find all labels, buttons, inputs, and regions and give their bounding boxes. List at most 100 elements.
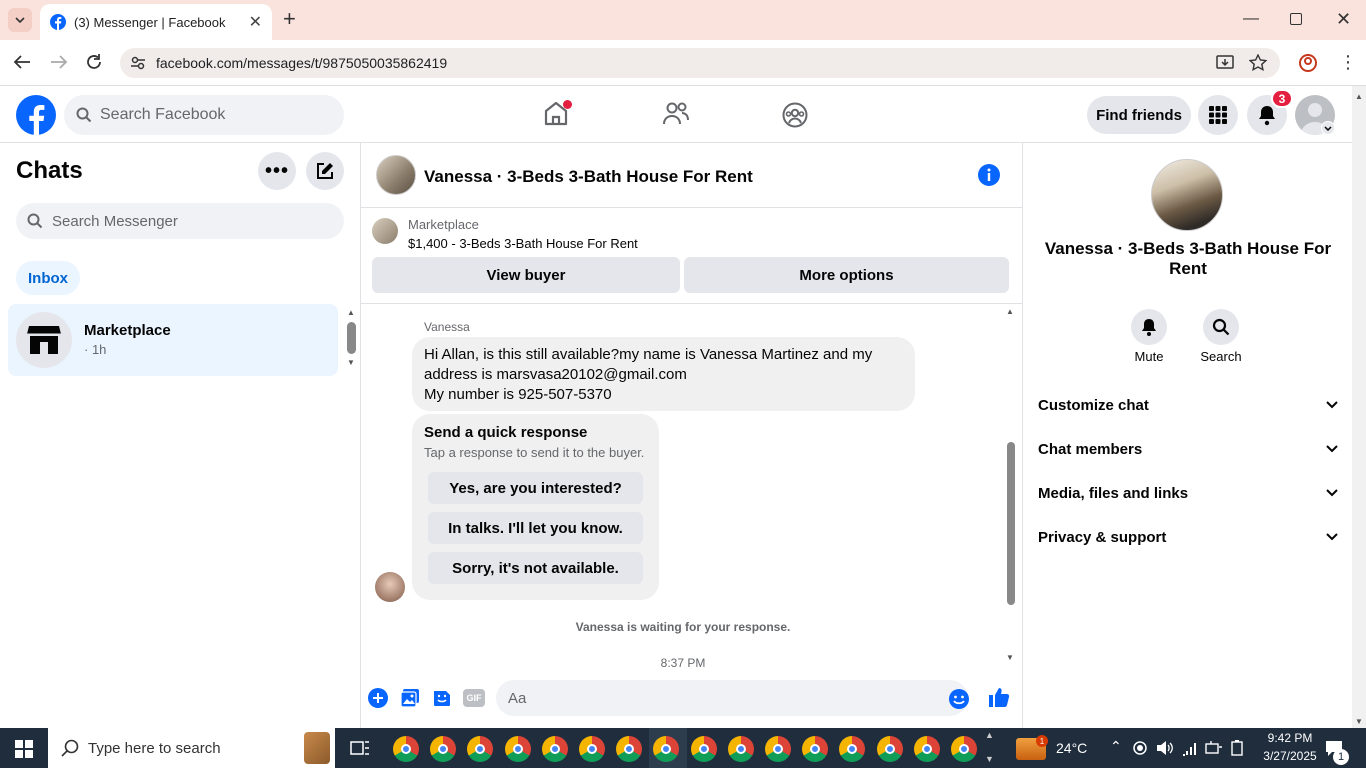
message-input-placeholder: Aa: [508, 689, 527, 707]
divider: [361, 303, 1022, 304]
clock-date[interactable]: 3/27/2025: [1258, 749, 1322, 763]
find-friends-button[interactable]: Find friends: [1087, 96, 1191, 134]
customize-chat-section[interactable]: Customize chat: [1038, 390, 1338, 420]
minimize-button[interactable]: —: [1243, 10, 1259, 28]
battery-icon[interactable]: [1230, 740, 1244, 756]
taskbar-search-input[interactable]: Type here to search: [48, 728, 335, 768]
gif-icon[interactable]: GIF: [463, 689, 485, 707]
chrome-taskbar-icon[interactable]: [430, 736, 457, 762]
facebook-logo-icon[interactable]: [16, 95, 56, 135]
photo-icon[interactable]: [400, 688, 420, 708]
details-avatar[interactable]: [1151, 159, 1223, 231]
chrome-taskbar-icon[interactable]: [504, 736, 531, 762]
search-label: Search: [1200, 349, 1242, 364]
chrome-taskbar-icon[interactable]: [802, 736, 829, 762]
groups-icon[interactable]: [782, 102, 808, 128]
message-line: My number is 925-507-5370: [424, 386, 612, 403]
scroll-thumb[interactable]: [1007, 442, 1015, 605]
close-window-button[interactable]: ✕: [1336, 9, 1351, 30]
facebook-search-input[interactable]: Search Facebook: [64, 95, 344, 135]
search-conversation-button[interactable]: [1203, 309, 1239, 345]
quick-response-in-talks[interactable]: In talks. I'll let you know.: [428, 512, 643, 544]
view-buyer-button[interactable]: View buyer: [372, 257, 680, 293]
message-input[interactable]: Aa: [496, 680, 968, 716]
browser-tab-messenger[interactable]: (3) Messenger | Facebook ✕: [40, 4, 272, 40]
device-icon[interactable]: [1205, 740, 1223, 756]
clock-time[interactable]: 9:42 PM: [1258, 731, 1322, 745]
quick-response-not-available[interactable]: Sorry, it's not available.: [428, 552, 643, 584]
close-tab-icon[interactable]: ✕: [249, 12, 262, 32]
like-thumb-icon[interactable]: [988, 686, 1010, 708]
media-files-links-section[interactable]: Media, files and links: [1038, 478, 1338, 508]
new-tab-button[interactable]: +: [283, 8, 296, 30]
scroll-down-icon[interactable]: ▼: [347, 358, 355, 367]
quick-response-subtitle: Tap a response to send it to the buyer.: [424, 445, 645, 460]
page-scrollbar[interactable]: ▲ ▼: [1352, 86, 1366, 728]
chevron-down-icon: [15, 17, 25, 23]
friends-icon[interactable]: [662, 101, 690, 127]
sender-avatar[interactable]: [375, 572, 405, 602]
chrome-taskbar-icon[interactable]: [765, 736, 791, 762]
menu-button[interactable]: [1198, 95, 1238, 135]
restore-button[interactable]: [1290, 13, 1302, 25]
message-bubble[interactable]: Hi Allan, is this still available?my nam…: [412, 337, 915, 411]
account-chevron[interactable]: [1321, 121, 1335, 135]
messenger-search-input[interactable]: Search Messenger: [16, 203, 344, 239]
emoji-icon[interactable]: [948, 688, 970, 710]
network-icon[interactable]: [1182, 740, 1198, 756]
bookmark-star-icon[interactable]: [1249, 54, 1267, 72]
chevron-down-icon: [1326, 489, 1338, 497]
chrome-taskbar-icon[interactable]: [690, 736, 717, 762]
chat-list-item[interactable]: Marketplace · 1h: [8, 304, 338, 376]
site-info-icon[interactable]: [130, 55, 146, 71]
chrome-taskbar-icon[interactable]: [876, 736, 903, 762]
taskbar-scroll-up-icon[interactable]: ▲: [985, 730, 994, 740]
reload-icon[interactable]: [85, 53, 103, 71]
chat-options-button[interactable]: •••: [258, 152, 296, 190]
tab-search-button[interactable]: [8, 8, 32, 32]
scroll-down-icon[interactable]: ▼: [1006, 653, 1014, 662]
inbox-filter-tab[interactable]: Inbox: [16, 261, 80, 295]
forward-icon[interactable]: [50, 54, 68, 70]
sticker-icon[interactable]: [432, 688, 452, 708]
chat-members-section[interactable]: Chat members: [1038, 434, 1338, 464]
message-scrollbar[interactable]: ▲ ▼: [1006, 307, 1016, 667]
record-icon[interactable]: [1133, 741, 1147, 755]
listing-avatar[interactable]: [376, 155, 416, 195]
volume-icon[interactable]: [1156, 740, 1174, 756]
temperature[interactable]: 24°C: [1056, 740, 1087, 756]
tray-chevron-icon[interactable]: ⌃: [1110, 738, 1122, 755]
plus-icon[interactable]: [368, 688, 388, 708]
scroll-thumb[interactable]: [347, 322, 356, 354]
chrome-taskbar-icon[interactable]: [727, 736, 754, 762]
chat-list-scrollbar[interactable]: ▲ ▼: [346, 308, 356, 368]
taskbar-scroll-down-icon[interactable]: ▼: [985, 754, 994, 764]
more-dots-icon: •••: [264, 159, 289, 182]
address-bar[interactable]: facebook.com/messages/t/9875050035862419: [120, 48, 1280, 78]
scroll-up-icon[interactable]: ▲: [347, 308, 355, 317]
privacy-support-section[interactable]: Privacy & support: [1038, 522, 1338, 552]
back-icon[interactable]: [13, 54, 31, 70]
chrome-taskbar-icon[interactable]: [913, 736, 940, 762]
scroll-up-icon[interactable]: ▲: [1355, 92, 1363, 101]
scroll-up-icon[interactable]: ▲: [1006, 307, 1014, 316]
mute-button[interactable]: [1131, 309, 1167, 345]
install-app-icon[interactable]: [1216, 54, 1234, 72]
profile-icon[interactable]: [1298, 53, 1318, 73]
task-view-icon[interactable]: [350, 739, 370, 757]
chrome-taskbar-icon[interactable]: [951, 736, 977, 762]
search-icon: [1212, 318, 1230, 336]
new-message-button[interactable]: [306, 152, 344, 190]
more-options-button[interactable]: More options: [684, 257, 1009, 293]
scroll-down-icon[interactable]: ▼: [1355, 717, 1363, 726]
info-icon[interactable]: [978, 164, 1000, 186]
quick-response-yes[interactable]: Yes, are you interested?: [428, 472, 643, 504]
conversation-title[interactable]: Vanessa · 3-Beds 3-Bath House For Rent: [424, 167, 753, 187]
chrome-taskbar-icon[interactable]: [579, 736, 605, 762]
chrome-taskbar-icon[interactable]: [616, 736, 643, 762]
messenger-search-placeholder: Search Messenger: [52, 212, 178, 230]
chrome-taskbar-icon[interactable]: [393, 736, 419, 762]
browser-menu-icon[interactable]: ⋮: [1339, 52, 1357, 72]
chrome-taskbar-icon[interactable]: [541, 736, 568, 762]
windows-start-icon[interactable]: [15, 740, 33, 758]
